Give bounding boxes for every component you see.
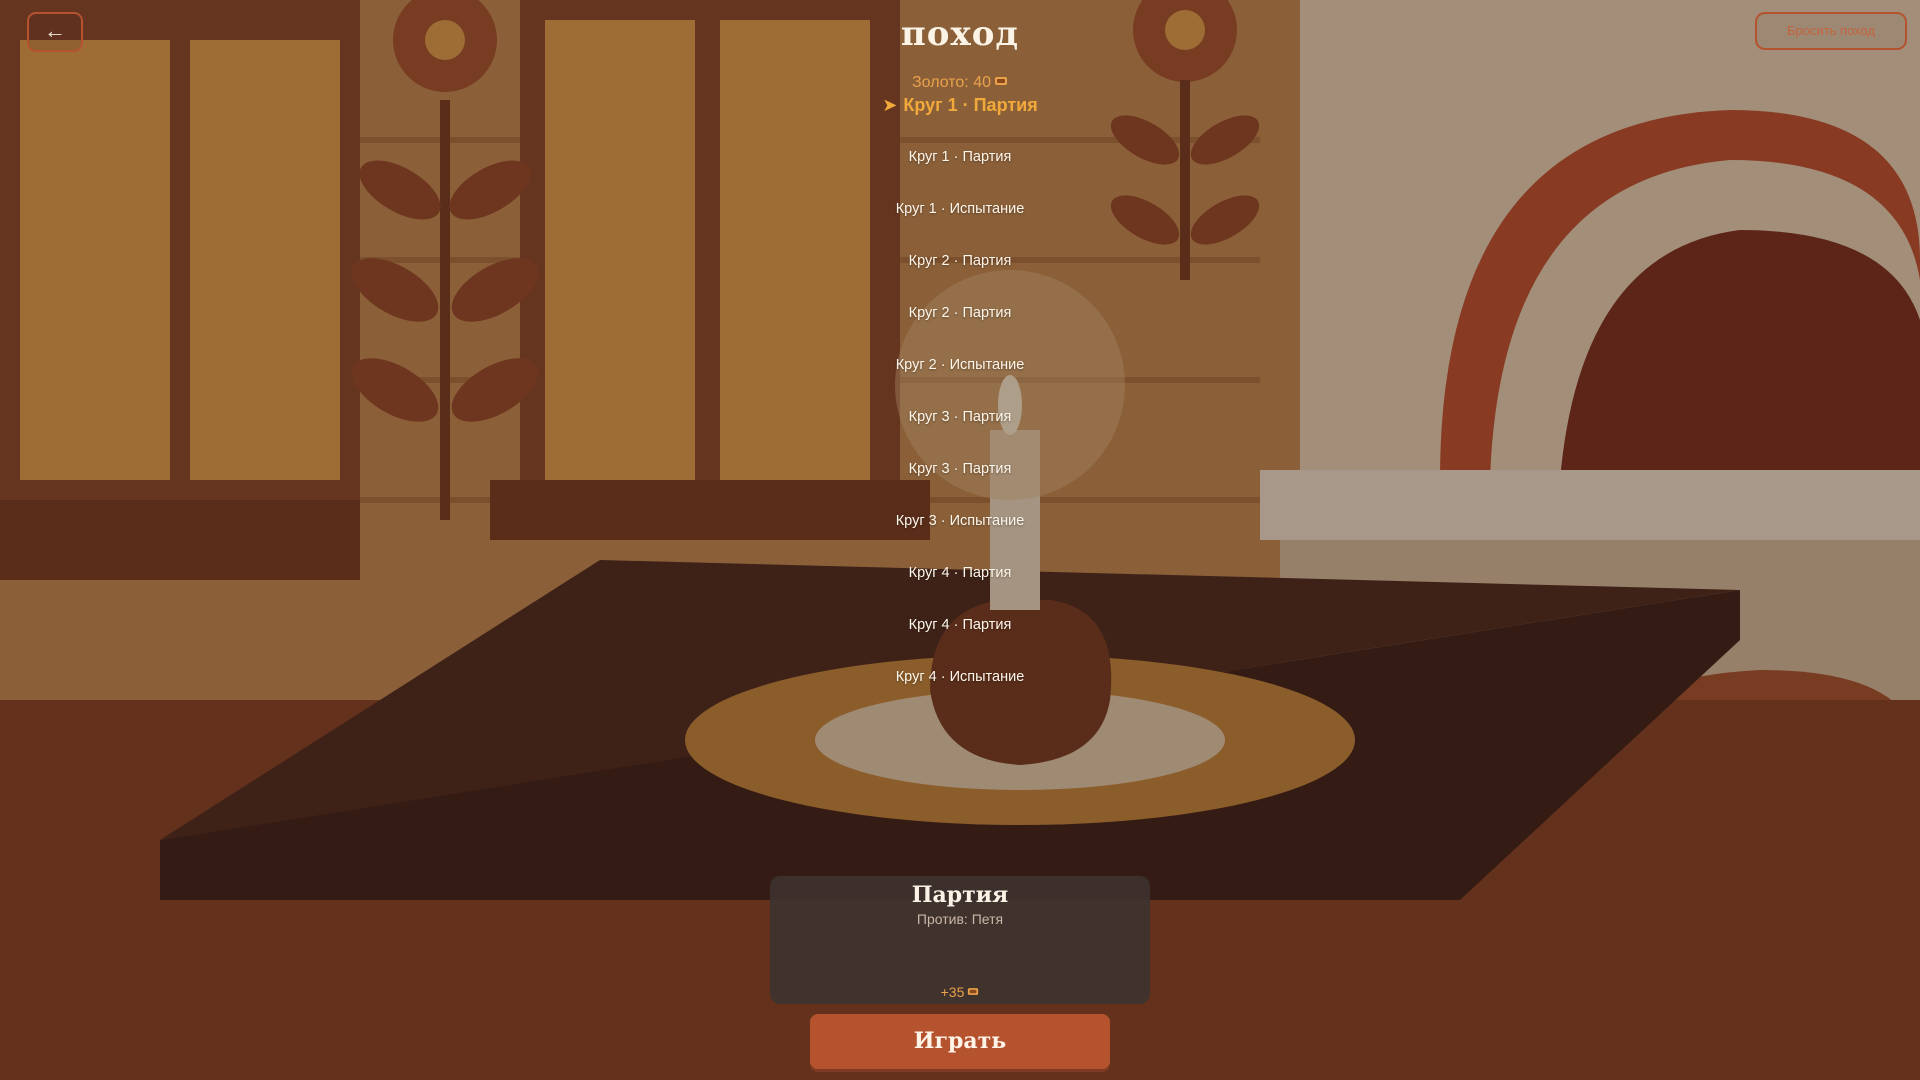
encounter-card: Партия Против: Петя +35 [770,876,1150,1004]
current-stage-indicator: ➤ Круг 1 · Партия [0,95,1920,116]
stage-item[interactable]: Круг 3 · Партия [850,459,1070,511]
stage-item[interactable]: Круг 4 · Испытание [850,667,1070,719]
coin-icon [967,985,979,999]
stage-list: Круг 1 · Партия Круг 1 · Испытание Круг … [0,147,1920,719]
stage-item[interactable]: Круг 2 · Партия [850,303,1070,355]
gold-counter: Золото: 40 [0,74,1920,92]
stage-item[interactable]: Круг 3 · Партия [850,407,1070,459]
gold-text: Золото: 40 [911,74,991,91]
stage-item[interactable]: Круг 4 · Партия [850,563,1070,615]
stage-item[interactable]: Круг 3 · Испытание [850,511,1070,563]
current-stage-label: Круг 1 · Партия [903,95,1038,115]
current-stage-arrow-icon: ➤ [882,95,898,115]
stage-item[interactable]: Круг 1 · Испытание [850,199,1070,251]
encounter-reward: +35 [770,984,1150,1000]
coin-icon [994,75,1008,89]
stage-item[interactable]: Круг 1 · Партия [850,147,1070,199]
play-button[interactable]: Играть [810,1014,1110,1069]
reward-amount: +35 [940,984,965,1000]
encounter-opponent: Против: Петя [916,911,1004,927]
stage-item[interactable]: Круг 2 · Партия [850,251,1070,303]
stage-item[interactable]: Круг 2 · Испытание [850,355,1070,407]
stage-item[interactable]: Круг 4 · Партия [850,615,1070,667]
encounter-title: Партия [911,882,1009,908]
page-title: поход [900,14,1020,54]
